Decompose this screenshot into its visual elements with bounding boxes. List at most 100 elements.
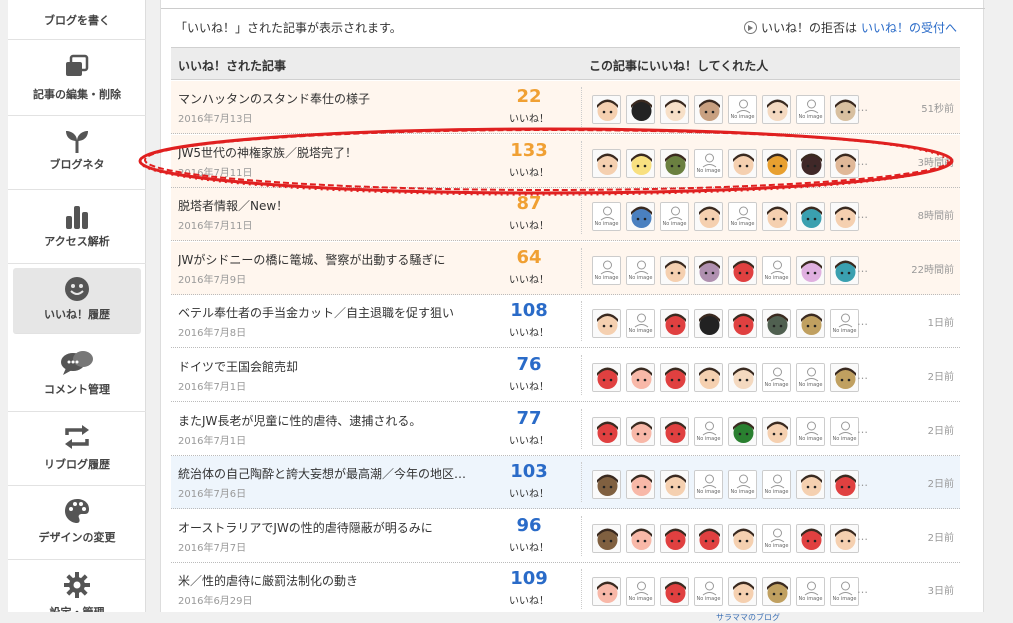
- avatar[interactable]: [762, 202, 791, 232]
- article-title-link[interactable]: JWがシドニーの橋に篭城、警察が出動する騒ぎに: [178, 251, 445, 268]
- avatar[interactable]: [626, 470, 655, 500]
- like-count[interactable]: 96: [489, 515, 569, 536]
- avatar[interactable]: No image: [762, 363, 791, 392]
- article-title-link[interactable]: ドイツで王国会館売却: [178, 358, 298, 375]
- avatar[interactable]: [592, 523, 621, 553]
- avatar[interactable]: [694, 255, 723, 285]
- avatar[interactable]: [592, 363, 621, 392]
- footer-blog-link[interactable]: サラママのブログ: [716, 612, 780, 623]
- avatar[interactable]: No image: [796, 577, 825, 607]
- avatar[interactable]: No image: [694, 470, 723, 500]
- avatar[interactable]: No image: [694, 577, 723, 607]
- avatar[interactable]: No image: [762, 255, 791, 285]
- avatar[interactable]: [694, 95, 723, 124]
- article-title-link[interactable]: オーストラリアでJWの性的虐待隠蔽が明るみに: [178, 519, 433, 536]
- like-accept-settings-link[interactable]: いいね！の受付へ: [861, 19, 957, 36]
- like-count[interactable]: 76: [489, 354, 569, 375]
- article-title-link[interactable]: JW5世代の神権家族／脱塔完了！: [178, 144, 357, 161]
- avatar[interactable]: [660, 255, 689, 285]
- avatar[interactable]: [796, 309, 825, 339]
- sidebar-item-likes-history[interactable]: いいね！履歴: [13, 268, 141, 334]
- avatar[interactable]: No image: [728, 95, 757, 124]
- avatar[interactable]: [830, 148, 859, 178]
- more-likers-indicator[interactable]: …: [857, 530, 868, 543]
- avatar[interactable]: No image: [694, 148, 723, 178]
- avatar[interactable]: [592, 470, 621, 500]
- more-likers-indicator[interactable]: …: [857, 208, 868, 221]
- avatar[interactable]: [728, 577, 757, 607]
- avatar[interactable]: [626, 202, 655, 232]
- avatar[interactable]: No image: [728, 202, 757, 232]
- more-likers-indicator[interactable]: …: [857, 369, 868, 382]
- avatar[interactable]: [762, 416, 791, 446]
- avatar[interactable]: [728, 523, 757, 553]
- avatar[interactable]: [694, 523, 723, 553]
- like-count[interactable]: 87: [489, 193, 569, 214]
- like-count[interactable]: 109: [489, 568, 569, 589]
- more-likers-indicator[interactable]: …: [857, 423, 868, 436]
- article-title-link[interactable]: 脱塔者情報／New！: [178, 197, 288, 214]
- avatar[interactable]: No image: [660, 202, 689, 232]
- avatar[interactable]: [694, 363, 723, 392]
- avatar[interactable]: [660, 363, 689, 392]
- avatar[interactable]: [796, 470, 825, 500]
- article-title-link[interactable]: ベテル奉仕者の手当金カット／自主退職を促す狙い: [178, 304, 454, 321]
- avatar[interactable]: No image: [762, 470, 791, 500]
- avatar[interactable]: No image: [626, 309, 655, 339]
- avatar[interactable]: [830, 95, 859, 124]
- avatar[interactable]: [830, 202, 859, 232]
- article-title-link[interactable]: 米／性的虐待に厳罰法制化の動き: [178, 572, 358, 589]
- like-count[interactable]: 22: [489, 86, 569, 107]
- avatar[interactable]: [660, 577, 689, 607]
- avatar[interactable]: No image: [830, 416, 859, 446]
- avatar[interactable]: [626, 148, 655, 178]
- avatar[interactable]: [796, 202, 825, 232]
- avatar[interactable]: [592, 577, 621, 607]
- like-count[interactable]: 108: [489, 300, 569, 321]
- article-title-link[interactable]: 統治体の自己陶酔と誇大妄想が最高潮／今年の地区…: [178, 465, 466, 482]
- sidebar-item-edit[interactable]: 記事の編集・削除: [8, 42, 146, 116]
- avatar[interactable]: [592, 148, 621, 178]
- avatar[interactable]: [660, 148, 689, 178]
- avatar[interactable]: No image: [762, 523, 791, 553]
- article-title-link[interactable]: またJW長老が児童に性的虐待、逮捕される。: [178, 412, 421, 429]
- more-likers-indicator[interactable]: …: [857, 583, 868, 596]
- avatar[interactable]: [626, 523, 655, 553]
- sidebar-item-comments[interactable]: コメント管理: [8, 338, 146, 412]
- avatar[interactable]: [626, 95, 655, 124]
- avatar[interactable]: [728, 148, 757, 178]
- avatar[interactable]: [728, 309, 757, 339]
- like-count[interactable]: 133: [489, 140, 569, 161]
- avatar[interactable]: [626, 363, 655, 392]
- avatar[interactable]: No image: [796, 363, 825, 392]
- avatar[interactable]: [592, 416, 621, 446]
- avatar[interactable]: No image: [830, 577, 859, 607]
- like-count[interactable]: 77: [489, 408, 569, 429]
- avatar[interactable]: [796, 523, 825, 553]
- avatar[interactable]: [762, 577, 791, 607]
- sidebar-item-reblog[interactable]: リブログ履歴: [8, 412, 146, 486]
- avatar[interactable]: No image: [626, 255, 655, 285]
- avatar[interactable]: [830, 470, 859, 500]
- more-likers-indicator[interactable]: …: [857, 155, 868, 168]
- more-likers-indicator[interactable]: …: [857, 476, 868, 489]
- avatar[interactable]: No image: [830, 309, 859, 339]
- avatar[interactable]: [762, 309, 791, 339]
- avatar[interactable]: [694, 309, 723, 339]
- like-count[interactable]: 103: [489, 461, 569, 482]
- avatar[interactable]: No image: [796, 416, 825, 446]
- avatar[interactable]: [830, 363, 859, 392]
- avatar[interactable]: No image: [694, 416, 723, 446]
- avatar[interactable]: [830, 255, 859, 285]
- avatar[interactable]: No image: [728, 470, 757, 500]
- more-likers-indicator[interactable]: …: [857, 101, 868, 114]
- avatar[interactable]: No image: [796, 95, 825, 124]
- avatar[interactable]: [592, 309, 621, 339]
- avatar[interactable]: No image: [592, 255, 621, 285]
- avatar[interactable]: [762, 148, 791, 178]
- avatar[interactable]: [762, 95, 791, 124]
- avatar[interactable]: [660, 309, 689, 339]
- sidebar-item-blog-neta[interactable]: ブログネタ: [8, 116, 146, 190]
- avatar[interactable]: [694, 202, 723, 232]
- sidebar-item-access[interactable]: アクセス解析: [8, 190, 146, 264]
